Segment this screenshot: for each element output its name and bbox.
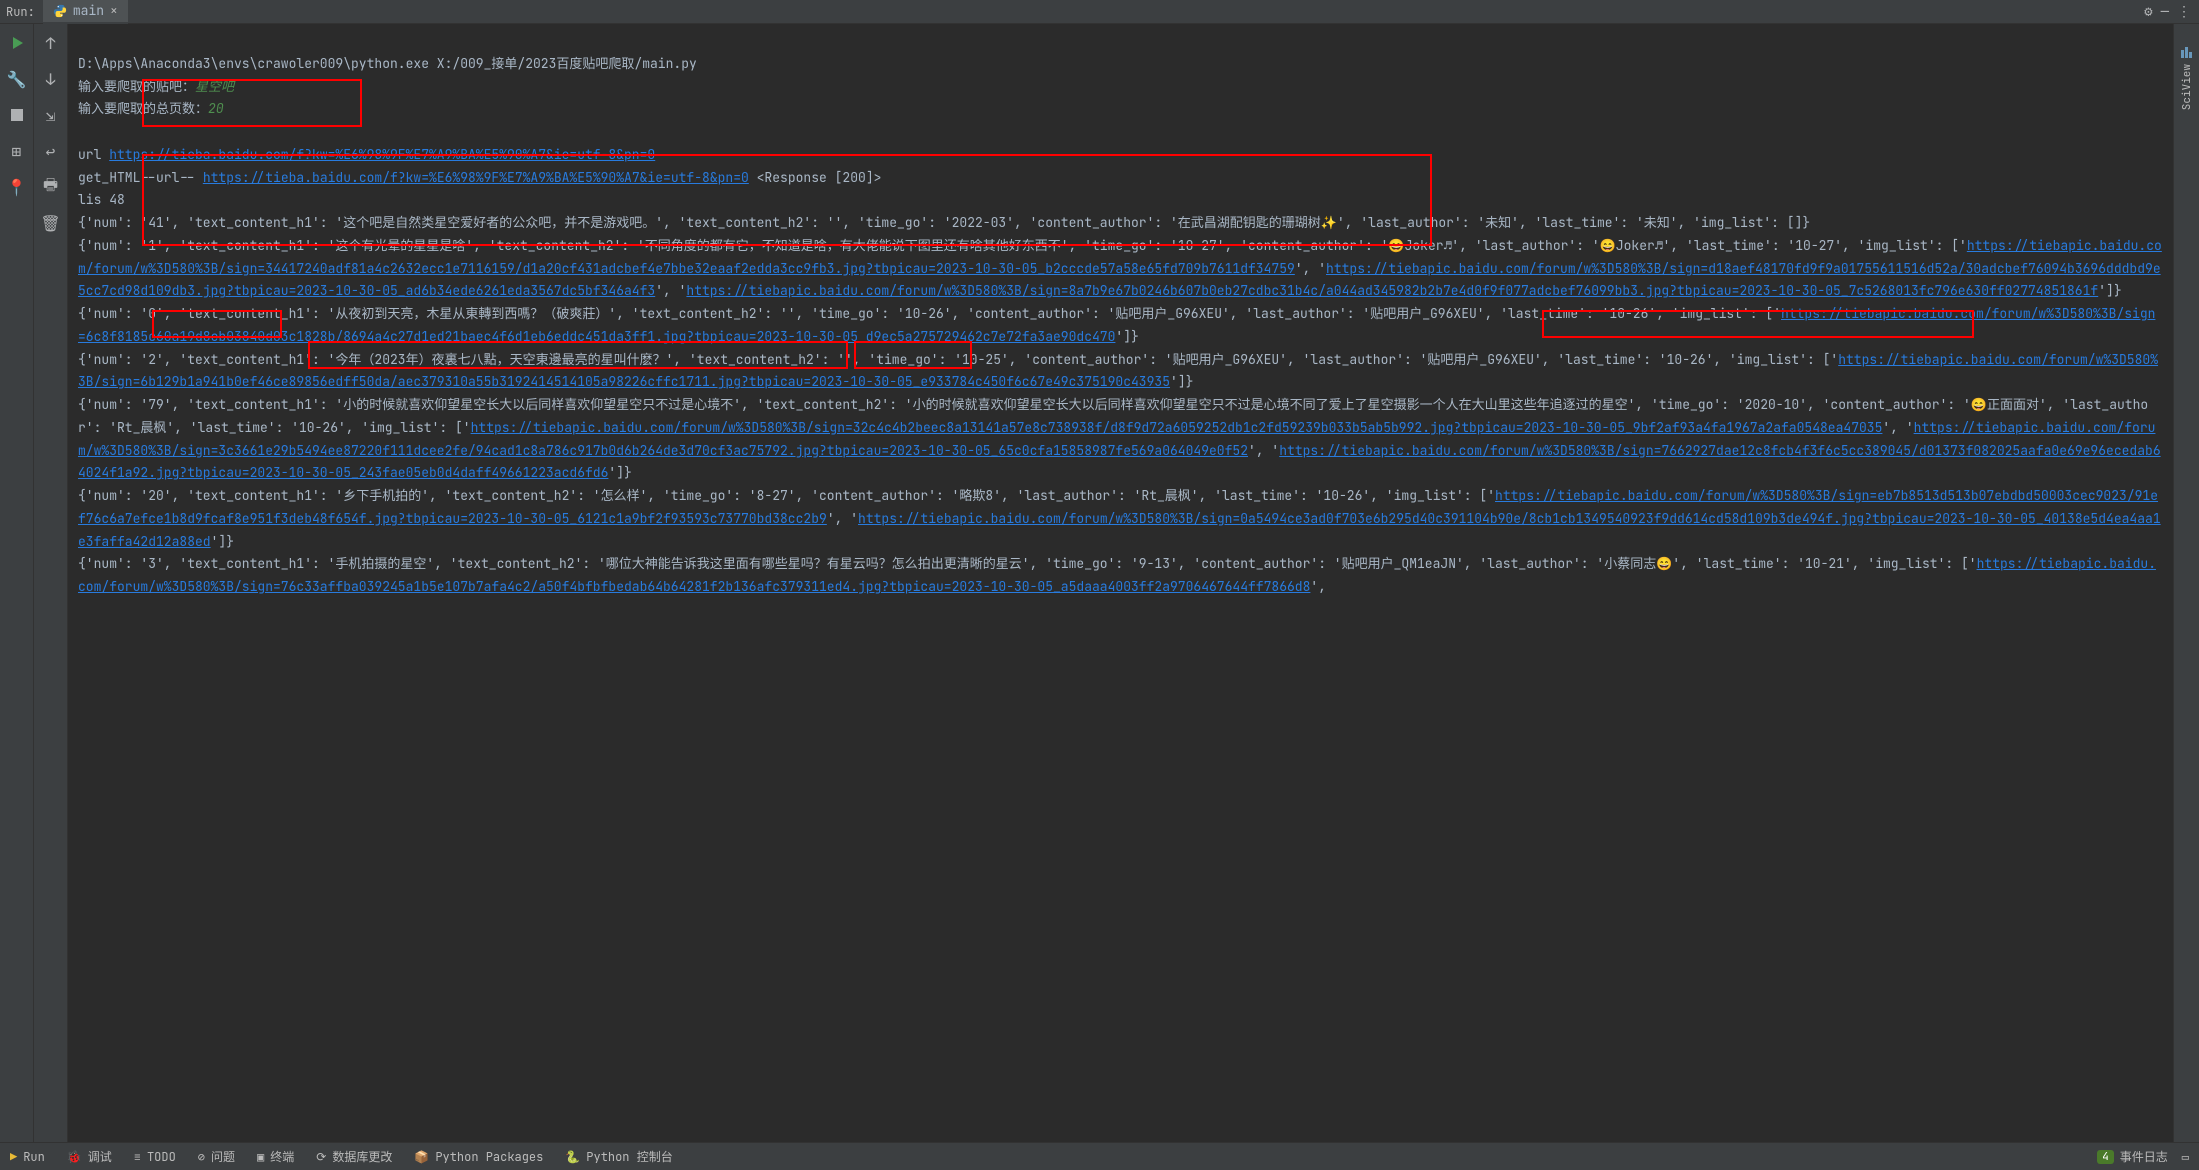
tab-main[interactable]: main × [43, 0, 128, 24]
left-toolbar: 🔧 ⊞ 📍 [0, 24, 34, 1142]
lis-text: lis 48 [78, 191, 125, 208]
export-icon[interactable]: ⇲ [40, 104, 62, 126]
run-label: Run: [6, 4, 35, 20]
dict-4: {'num': '2', 'text_content_h1': '今年（2023… [78, 351, 1838, 368]
tab-close-icon[interactable]: × [110, 2, 118, 19]
pin-icon[interactable]: 📍 [6, 176, 28, 198]
user-input-2: 20 [208, 100, 224, 117]
problems-icon: ⊘ [198, 1149, 205, 1165]
status-run[interactable]: ▶Run [10, 1149, 45, 1165]
status-todo[interactable]: ≡TODO [134, 1149, 176, 1165]
down-arrow-icon[interactable]: ↓ [40, 68, 62, 90]
response-text: <Response [200]> [749, 169, 882, 186]
status-debug[interactable]: 🐞调试 [67, 1148, 112, 1165]
sciview-icon[interactable] [2179, 44, 2195, 60]
more-icon[interactable]: ⋮ [2177, 3, 2191, 21]
sciview-label[interactable]: SciView [2180, 64, 2194, 110]
stop-icon[interactable] [6, 104, 28, 126]
terminal-icon: ▣ [257, 1149, 264, 1165]
wrap-icon[interactable]: ↩ [40, 140, 62, 162]
db-icon: ⟳ [316, 1149, 326, 1165]
dict-2-link-3[interactable]: https://tiebapic.baidu.com/forum/w%3D580… [686, 282, 2098, 299]
dict-2: {'num': '1', 'text_content_h1': '这个有光晕的星… [78, 237, 1967, 254]
trash-icon[interactable]: 🗑 [40, 212, 62, 234]
prompt-1: 输入要爬取的贴吧： [78, 78, 195, 95]
status-pyconsole[interactable]: 🐍Python 控制台 [565, 1148, 672, 1165]
todo-icon: ≡ [134, 1149, 141, 1165]
gear-icon[interactable]: ⚙ [2144, 3, 2152, 21]
layout-icon[interactable]: ⊞ [6, 140, 28, 162]
url-link-2[interactable]: https://tieba.baidu.com/f?kw=%E6%98%9F%E… [203, 169, 749, 186]
console-output[interactable]: D:\Apps\Anaconda3\envs\crawoler009\pytho… [68, 24, 2173, 1142]
status-event-log[interactable]: 4 事件日志 [2097, 1148, 2168, 1165]
play-icon[interactable] [6, 32, 28, 54]
status-indicator-icon[interactable]: ▭ [2182, 1149, 2189, 1165]
status-terminal[interactable]: ▣终端 [257, 1148, 294, 1165]
bug-icon: 🐞 [67, 1149, 82, 1165]
minimize-icon[interactable]: — [2161, 3, 2169, 21]
dict-3: {'num': '0', 'text_content_h1': '从夜初到天亮，… [78, 305, 1781, 322]
status-problems[interactable]: ⊘问题 [198, 1148, 235, 1165]
tab-name: main [73, 2, 104, 19]
pyconsole-icon: 🐍 [565, 1149, 580, 1165]
dict-1: {'num': '41', 'text_content_h1': '这个吧是自然… [78, 214, 1810, 231]
status-packages[interactable]: 📦Python Packages [414, 1149, 543, 1165]
event-count-badge: 4 [2097, 1150, 2114, 1164]
print-icon[interactable]: 🖶 [40, 176, 62, 198]
python-icon [53, 4, 67, 18]
sub-toolbar: ↑ ↓ ⇲ ↩ 🖶 🗑 [34, 24, 68, 1142]
command-line: D:\Apps\Anaconda3\envs\crawoler009\pytho… [78, 55, 697, 72]
dict-6: {'num': '20', 'text_content_h1': '乡下手机拍的… [78, 487, 1495, 504]
get-html-label: get_HTML--url-- [78, 169, 203, 186]
prompt-2: 输入要爬取的总页数： [78, 100, 208, 117]
up-arrow-icon[interactable]: ↑ [40, 32, 62, 54]
statusbar: ▶Run 🐞调试 ≡TODO ⊘问题 ▣终端 ⟳数据库更改 📦Python Pa… [0, 1142, 2199, 1170]
user-input-1: 星空吧 [195, 78, 234, 95]
url-link-1[interactable]: https://tieba.baidu.com/f?kw=%E6%98%9F%E… [109, 146, 655, 163]
package-icon: 📦 [414, 1149, 429, 1165]
wrench-icon[interactable]: 🔧 [6, 68, 28, 90]
right-sidebar: SciView [2173, 24, 2199, 1142]
dict-5-link-1: https://tiebapic.baidu.com/forum/w%3D580… [471, 419, 1883, 436]
titlebar: Run: main × ⚙ — ⋮ [0, 0, 2199, 24]
url-label: url [78, 146, 109, 163]
dict-7: {'num': '3', 'text_content_h1': '手机拍摄的星空… [78, 555, 1977, 572]
status-db[interactable]: ⟳数据库更改 [316, 1148, 392, 1165]
